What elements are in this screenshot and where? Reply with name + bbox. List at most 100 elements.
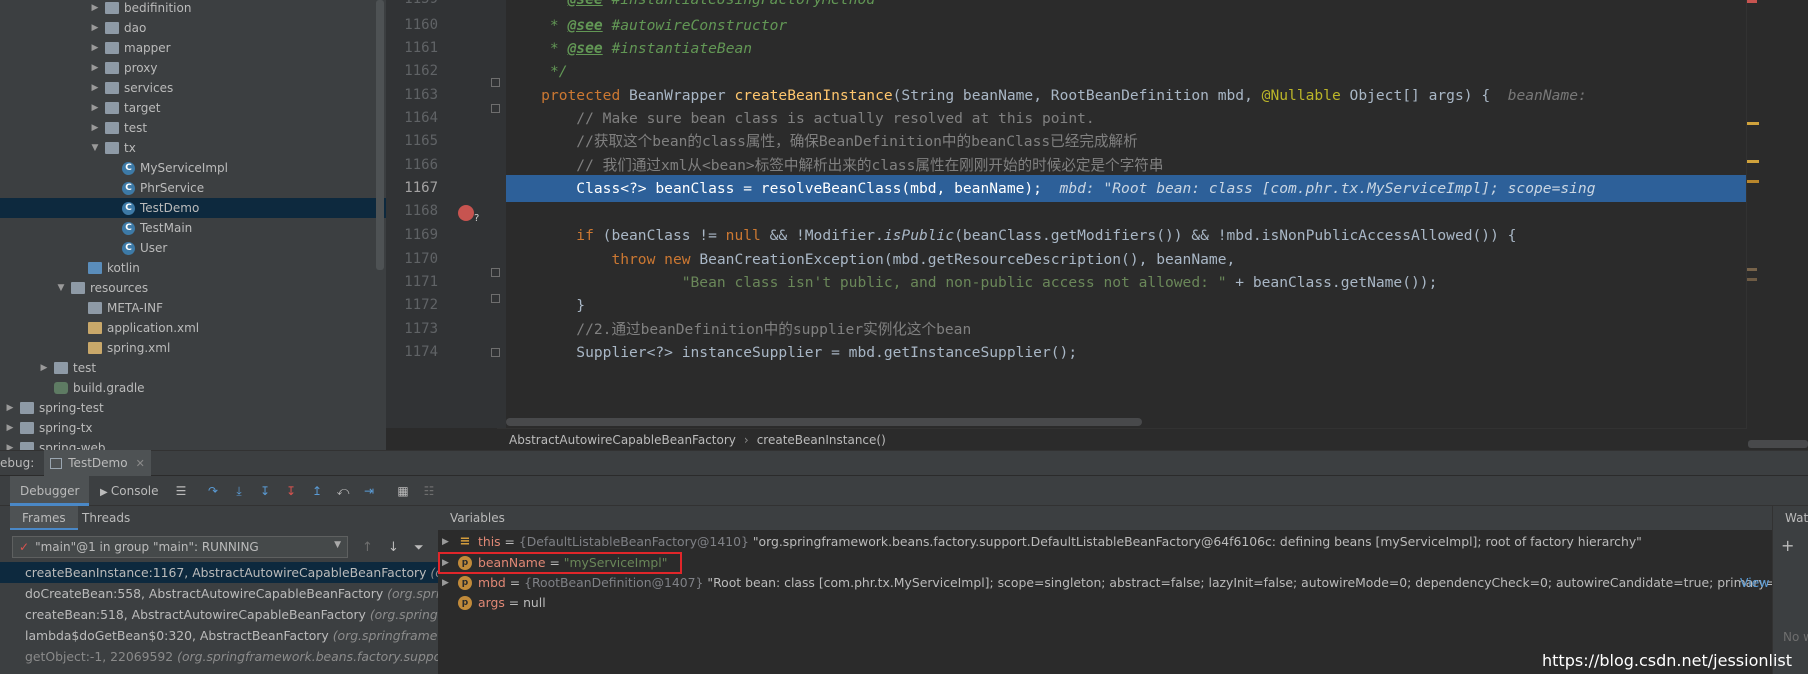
add-watch-icon[interactable]: + [1781,536,1794,555]
tree-item[interactable]: spring.xml [72,338,170,358]
warning-mark[interactable] [1747,160,1759,163]
horizontal-scrollbar[interactable] [506,418,1142,426]
tab-frames[interactable]: Frames [10,506,78,530]
frame-method: createBean:518, AbstractAutowireCapableB… [25,607,366,622]
close-icon[interactable]: ✕ [136,457,145,470]
trace-icon[interactable]: ☷ [422,484,436,498]
collapsed-arrow-icon[interactable]: ▶ [38,363,50,373]
tree-item[interactable]: ▶ bedifinition [89,0,192,18]
tree-item[interactable]: C TestDemo [0,198,386,218]
frame-package: (org.springf [387,586,439,601]
see-tag: @see [568,0,603,8]
error-mark[interactable] [1747,0,1757,3]
arrow-up-icon[interactable]: ↑ [362,540,373,555]
stack-frame[interactable]: createBeanInstance:1167, AbstractAutowir… [0,562,438,583]
tree-item[interactable]: ▶ services [89,78,174,98]
force-step-into-icon[interactable]: ↧ [284,484,298,498]
expand-arrow-icon[interactable]: ▶ [442,573,449,593]
variable-row-mbd[interactable]: ▶ p mbd = {RootBeanDefinition@1407} "Roo… [438,573,1772,593]
collapsed-arrow-icon[interactable]: ▶ [4,403,16,413]
tree-item[interactable]: ▶ proxy [89,58,158,78]
tree-item[interactable]: ▶ test [38,358,97,378]
tree-item[interactable]: ▶ target [89,98,161,118]
editor-scrollbar[interactable] [1748,440,1808,448]
arrow-down-icon[interactable]: ↓ [388,540,399,555]
tree-item-label: tx [124,141,136,155]
collapsed-arrow-icon[interactable]: ▶ [4,423,16,433]
collapsed-arrow-icon[interactable]: ▶ [89,23,101,33]
view-link[interactable]: View [1740,573,1769,593]
menu-icon[interactable]: ☰ [174,484,188,498]
collapsed-arrow-icon[interactable]: ▶ [89,3,101,13]
expanded-arrow-icon[interactable]: ▼ [89,143,101,153]
variables-panel: Variables ▶ ≡ this = {DefaultListableBea… [438,506,1772,674]
folder-icon [105,82,119,94]
tree-item[interactable]: C TestMain [106,218,192,238]
stack-frame[interactable]: createBean:518, AbstractAutowireCapableB… [0,604,438,625]
tree-item[interactable]: ▼ tx [89,138,136,158]
step-into-icon[interactable]: ↧ [258,484,272,498]
tree-item[interactable]: ▶ spring-tx [4,418,93,438]
step-over-icon[interactable]: ⤓ [232,484,246,498]
stack-frame[interactable]: getObject:-1, 22069592 (org.springframew… [0,646,438,667]
collapsed-arrow-icon[interactable]: ▶ [4,443,16,450]
warning-mark[interactable] [1747,268,1757,271]
tree-item[interactable]: kotlin [72,258,140,278]
collapsed-arrow-icon[interactable]: ▶ [89,63,101,73]
warning-mark[interactable] [1747,278,1757,281]
thread-selector[interactable]: ✓ "main"@1 in group "main": RUNNING ▼ [12,536,348,558]
tree-item[interactable]: C User [106,238,167,258]
stack-frame[interactable]: lambda$doGetBean$0:320, AbstractBeanFact… [0,625,438,646]
code-text: BeanCreationException(mbd.getResourceDes… [690,251,1236,268]
var-ref: {DefaultListableBeanFactory@1410} [518,534,749,549]
tree-scrollbar[interactable] [376,0,384,270]
tree-item[interactable]: C PhrService [106,178,204,198]
collapsed-arrow-icon[interactable]: ▶ [89,43,101,53]
step-out-icon[interactable]: ↥ [310,484,324,498]
stack-frame[interactable]: doCreateBean:558, AbstractAutowireCapabl… [0,583,438,604]
tree-item[interactable]: ▶ spring-test [4,398,104,418]
collapsed-arrow-icon[interactable]: ▶ [89,83,101,93]
folder-icon [54,362,68,374]
run-to-cursor-icon[interactable]: ⇥ [362,484,376,498]
execution-line: Class<?> beanClass = resolveBeanClass(mb… [576,180,1042,197]
collapsed-arrow-icon[interactable]: ▶ [89,123,101,133]
tree-item[interactable]: ▼ resources [55,278,149,298]
warning-mark[interactable] [1747,180,1759,183]
fold-marker[interactable] [491,268,500,277]
breadcrumb-method[interactable]: createBeanInstance() [757,433,886,447]
code-line-1174: Supplier<?> instanceSupplier = mbd.getIn… [506,339,1077,366]
tab-debugger[interactable]: Debugger [10,476,90,506]
code-editor[interactable]: * @see #instantiateUsingFactoryMethod * … [506,0,1746,428]
tree-item[interactable]: application.xml [72,318,199,338]
tree-item[interactable]: build.gradle [38,378,145,398]
tab-console[interactable]: ▶ Console [100,476,169,506]
tab-threads[interactable]: Threads [70,506,142,530]
tree-item[interactable]: C MyServiceImpl [106,158,228,178]
watches-panel: Wat + No w [1772,506,1808,674]
collapsed-arrow-icon[interactable]: ▶ [89,103,101,113]
debug-session-tab[interactable]: TestDemo ✕ [44,450,151,476]
tree-item[interactable]: META-INF [72,298,163,318]
tree-item[interactable]: ▶ mapper [89,38,171,58]
folder-icon [105,142,119,154]
breadcrumb-class[interactable]: AbstractAutowireCapableBeanFactory [509,433,736,447]
evaluate-expression-icon[interactable]: ▦ [396,484,410,498]
filter-icon[interactable]: ⏷ [414,540,424,555]
fold-marker[interactable] [491,104,500,113]
breakpoint-icon[interactable] [458,205,474,221]
fold-marker[interactable] [491,78,500,87]
drop-frame-icon[interactable]: ⤺ [336,484,350,498]
show-execution-point-icon[interactable]: ↷ [206,484,220,498]
tree-item[interactable]: ▶ spring-web [4,438,106,450]
expanded-arrow-icon[interactable]: ▼ [55,283,67,293]
thread-label: "main"@1 in group "main": RUNNING [35,540,259,554]
tree-item-label: build.gradle [73,381,145,395]
fold-marker[interactable] [491,348,500,357]
code-text: (beanClass.getModifiers()) && !mbd.isNon… [954,227,1517,244]
tree-item[interactable]: ▶ test [89,118,148,138]
expand-arrow-icon[interactable]: ▶ [442,532,449,552]
fold-marker[interactable] [491,294,500,303]
tree-item[interactable]: ▶ dao [89,18,147,38]
warning-mark[interactable] [1747,122,1759,125]
